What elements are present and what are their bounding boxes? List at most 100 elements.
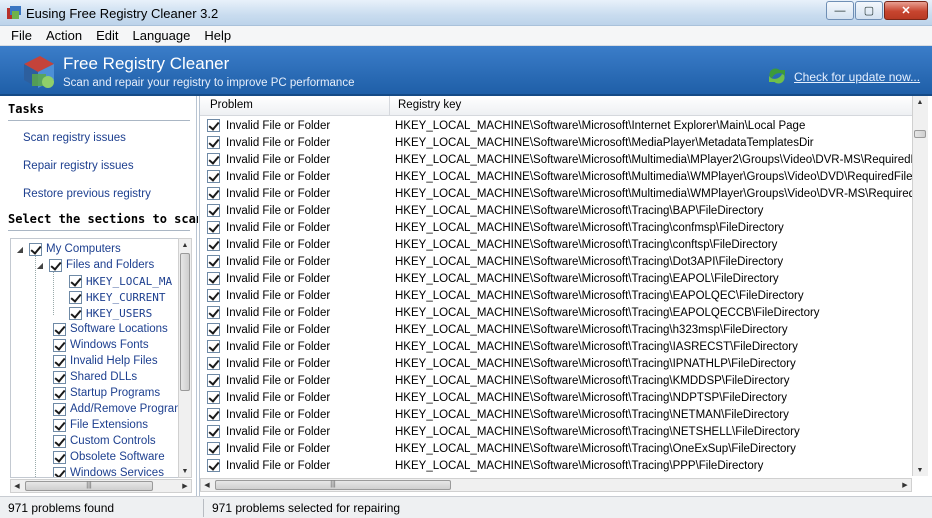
menu-help[interactable]: Help	[197, 28, 238, 43]
row-checkbox[interactable]	[207, 136, 220, 149]
column-header-problem[interactable]: Problem	[210, 99, 253, 111]
tree-node-obsolete-software[interactable]: Obsolete Software	[53, 449, 165, 465]
tree-node-hklm[interactable]: HKEY_LOCAL_MA	[69, 273, 172, 289]
maximize-button[interactable]: ▢	[855, 1, 883, 20]
checkbox[interactable]	[49, 258, 62, 272]
menu-file[interactable]: File	[4, 28, 39, 43]
row-checkbox[interactable]	[207, 238, 220, 251]
collapse-icon[interactable]: ◢	[15, 244, 25, 254]
checkbox[interactable]	[53, 402, 66, 416]
tree-node-windows-services[interactable]: Windows Services	[53, 465, 164, 477]
scroll-down-icon[interactable]: ▼	[914, 464, 926, 476]
table-row[interactable]: Invalid File or Folder HKEY_LOCAL_MACHINE…	[200, 270, 912, 287]
row-checkbox[interactable]	[207, 306, 220, 319]
checkbox[interactable]	[53, 386, 66, 400]
table-row[interactable]: Invalid File or Folder HKEY_LOCAL_MACHINE…	[200, 440, 912, 457]
table-row[interactable]: Invalid File or Folder HKEY_LOCAL_MACHINE…	[200, 321, 912, 338]
scrollbar-thumb[interactable]	[914, 130, 926, 138]
tree-vertical-scrollbar[interactable]: ▲ ▼	[178, 238, 192, 478]
table-row[interactable]: Invalid File or Folder HKEY_LOCAL_MACHINE…	[200, 457, 912, 474]
row-checkbox[interactable]	[207, 255, 220, 268]
tree-node-startup-programs[interactable]: Startup Programs	[53, 385, 160, 401]
tree-node-hkcu[interactable]: HKEY_CURRENT	[69, 289, 165, 305]
row-checkbox[interactable]	[207, 323, 220, 336]
scroll-down-icon[interactable]: ▼	[179, 465, 191, 477]
table-row[interactable]: Invalid File or Folder HKEY_LOCAL_MACHINE…	[200, 304, 912, 321]
tree-node-custom-controls[interactable]: Custom Controls	[53, 433, 156, 449]
task-scan-link[interactable]: Scan registry issues	[23, 132, 126, 144]
checkbox[interactable]	[53, 418, 66, 432]
table-row[interactable]: Invalid File or Folder HKEY_LOCAL_MACHINE…	[200, 236, 912, 253]
checkbox[interactable]	[29, 242, 42, 256]
scroll-left-icon[interactable]: ◀	[201, 479, 213, 491]
table-row[interactable]: Invalid File or Folder HKEY_LOCAL_MACHINE…	[200, 134, 912, 151]
checkbox[interactable]	[69, 274, 82, 288]
collapse-icon[interactable]: ◢	[35, 260, 45, 270]
checkbox[interactable]	[69, 306, 82, 320]
checkbox[interactable]	[69, 290, 82, 304]
row-checkbox[interactable]	[207, 187, 220, 200]
row-checkbox[interactable]	[207, 119, 220, 132]
checkbox[interactable]	[53, 354, 66, 368]
tree-node-software-locations[interactable]: Software Locations	[53, 321, 168, 337]
scroll-up-icon[interactable]: ▲	[914, 96, 926, 108]
table-row[interactable]: Invalid File or Folder HKEY_LOCAL_MACHINE…	[200, 406, 912, 423]
row-checkbox[interactable]	[207, 374, 220, 387]
table-row[interactable]: Invalid File or Folder HKEY_LOCAL_MACHINE…	[200, 372, 912, 389]
scroll-right-icon[interactable]: ▶	[179, 480, 191, 492]
menu-edit[interactable]: Edit	[89, 28, 125, 43]
tree-node-file-extensions[interactable]: File Extensions	[53, 417, 148, 433]
table-row[interactable]: Invalid File or Folder HKEY_LOCAL_MACHINE…	[200, 117, 912, 134]
table-row[interactable]: Invalid File or Folder HKEY_LOCAL_MACHINE…	[200, 185, 912, 202]
task-restore-link[interactable]: Restore previous registry	[23, 188, 151, 200]
table-row[interactable]: Invalid File or Folder HKEY_LOCAL_MACHINE…	[200, 202, 912, 219]
tree-node-invalid-help-files[interactable]: Invalid Help Files	[53, 353, 158, 369]
scroll-left-icon[interactable]: ◀	[11, 480, 23, 492]
column-header-registry-key[interactable]: Registry key	[398, 99, 461, 111]
row-checkbox[interactable]	[207, 153, 220, 166]
scroll-up-icon[interactable]: ▲	[179, 239, 191, 251]
row-checkbox[interactable]	[207, 272, 220, 285]
row-checkbox[interactable]	[207, 357, 220, 370]
close-button[interactable]: ✕	[884, 1, 928, 20]
task-repair-link[interactable]: Repair registry issues	[23, 160, 134, 172]
checkbox[interactable]	[53, 434, 66, 448]
tree-node-hku[interactable]: HKEY_USERS	[69, 305, 152, 321]
list-horizontal-scrollbar[interactable]: ◀ ||| ▶	[200, 478, 912, 492]
tree-node-files-folders[interactable]: ◢ Files and Folders	[35, 257, 154, 273]
tree-node-windows-fonts[interactable]: Windows Fonts	[53, 337, 149, 353]
list-vertical-scrollbar[interactable]: ▲ ▼	[912, 96, 928, 476]
table-row[interactable]: Invalid File or Folder HKEY_LOCAL_MACHINE…	[200, 338, 912, 355]
tree-horizontal-scrollbar[interactable]: ◀ ||| ▶	[10, 479, 192, 493]
update-arrows-icon[interactable]	[768, 68, 786, 84]
row-checkbox[interactable]	[207, 340, 220, 353]
row-checkbox[interactable]	[207, 459, 220, 472]
row-checkbox[interactable]	[207, 204, 220, 217]
tree-node-my-computers[interactable]: ◢ My Computers	[15, 241, 121, 257]
checkbox[interactable]	[53, 338, 66, 352]
scrollbar-thumb[interactable]: |||	[215, 480, 451, 490]
table-row[interactable]: Invalid File or Folder HKEY_LOCAL_MACHINE…	[200, 253, 912, 270]
scrollbar-thumb[interactable]	[180, 253, 190, 391]
row-checkbox[interactable]	[207, 408, 220, 421]
table-row[interactable]: Invalid File or Folder HKEY_LOCAL_MACHINE…	[200, 389, 912, 406]
row-checkbox[interactable]	[207, 425, 220, 438]
checkbox[interactable]	[53, 322, 66, 336]
table-row[interactable]: Invalid File or Folder HKEY_LOCAL_MACHINE…	[200, 168, 912, 185]
table-row[interactable]: Invalid File or Folder HKEY_LOCAL_MACHINE…	[200, 219, 912, 236]
scrollbar-thumb[interactable]: |||	[25, 481, 153, 491]
table-row[interactable]: Invalid File or Folder HKEY_LOCAL_MACHINE…	[200, 287, 912, 304]
table-row[interactable]: Invalid File or Folder HKEY_LOCAL_MACHINE…	[200, 151, 912, 168]
check-update-link[interactable]: Check for update now...	[794, 70, 920, 84]
row-checkbox[interactable]	[207, 391, 220, 404]
checkbox[interactable]	[53, 466, 66, 477]
menu-language[interactable]: Language	[126, 28, 198, 43]
table-row[interactable]: Invalid File or Folder HKEY_LOCAL_MACHINE…	[200, 355, 912, 372]
row-checkbox[interactable]	[207, 170, 220, 183]
checkbox[interactable]	[53, 450, 66, 464]
table-row[interactable]: Invalid File or Folder HKEY_LOCAL_MACHINE…	[200, 423, 912, 440]
row-checkbox[interactable]	[207, 221, 220, 234]
tree-node-add-remove-program[interactable]: Add/Remove Program	[53, 401, 178, 417]
minimize-button[interactable]: —	[826, 1, 854, 20]
checkbox[interactable]	[53, 370, 66, 384]
